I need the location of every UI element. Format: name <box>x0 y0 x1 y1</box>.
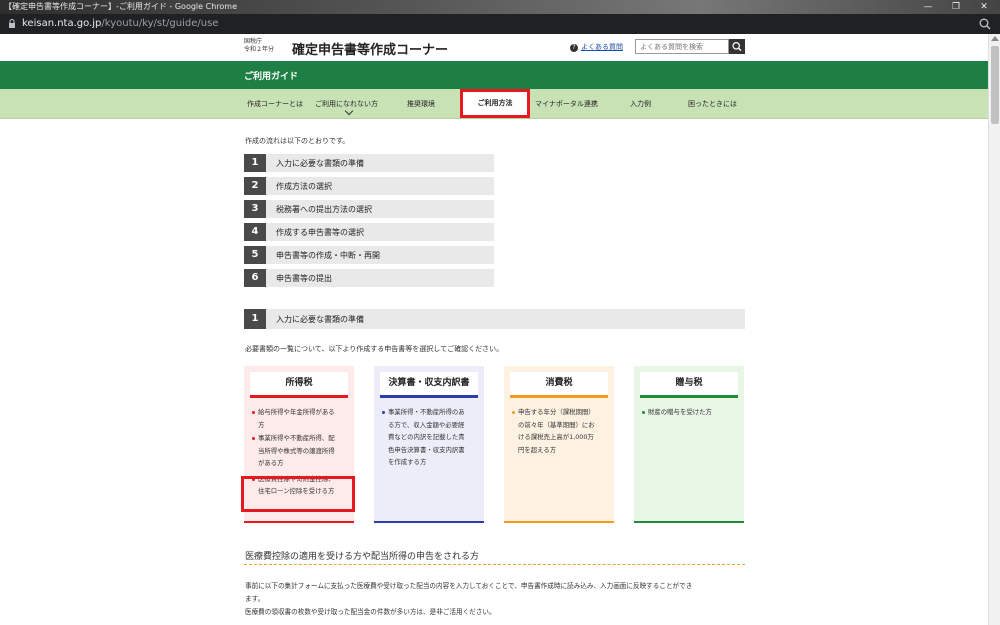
card-financial-statements[interactable]: 決算書・収支内訳書 事業所得・不動産所得のあ る方で、収入金額や必要経 費などの内訳… <box>374 366 484 523</box>
list-item: 事業所得・不動産所得のあ る方で、収入金額や必要経 費などの内訳を記載した青 色申告決… <box>382 406 480 469</box>
nav-item-mynaportal[interactable]: マイナポータル連携 <box>535 99 598 109</box>
step-5[interactable]: 5 申告書等の作成・中断・再開 <box>244 246 494 264</box>
search-icon <box>732 42 742 52</box>
card-list: 事業所得・不動産所得のあ る方で、収入金額や必要経 費などの内訳を記載した青 色申告決… <box>382 406 480 470</box>
zoom-icon[interactable] <box>978 17 992 31</box>
step-2[interactable]: 2 作成方法の選択 <box>244 177 494 195</box>
list-item: 財産の贈与を受けた方 <box>642 406 740 419</box>
list-item: 申告する年分（課税期間） の前々年（基準期間）にお ける課税売上高が1,000万 円を… <box>512 406 610 456</box>
scroll-up-icon[interactable] <box>991 36 999 41</box>
maximize-button[interactable]: ❐ <box>942 0 970 14</box>
card-title: 所得税 <box>250 372 348 398</box>
subsection-title: 医療費控除の適用を受ける方や配当所得の申告をされる方 <box>245 552 480 562</box>
agency-label: 国税庁 令和２年分 <box>244 38 275 53</box>
card-title: 贈与税 <box>640 372 738 398</box>
window-title: 【確定申告書等作成コーナー】-ご利用ガイド - Google Chrome <box>4 2 237 11</box>
section-heading: 1 入力に必要な書類の準備 <box>244 309 745 329</box>
paragraph-line-3: 医療費の領収書の枚数や受け取った配当金の件数が多い方は、是非ご活用ください。 <box>245 608 496 616</box>
page-scrollbar[interactable] <box>988 34 1000 625</box>
question-icon: ? <box>570 44 578 52</box>
step-3[interactable]: 3 税務署への提出方法の選択 <box>244 200 494 218</box>
step-1[interactable]: 1 入力に必要な書類の準備 <box>244 154 494 172</box>
site-title[interactable]: 確定申告書等作成コーナー <box>292 39 448 58</box>
nav-item-usage[interactable]: ご利用方法 <box>460 89 530 118</box>
card-title: 消費税 <box>510 372 608 398</box>
card-gift-tax[interactable]: 贈与税 財産の贈与を受けた方 <box>634 366 744 523</box>
nav-item-examples[interactable]: 入力例 <box>630 99 651 109</box>
list-item: 事業所得や不動産所得、配 当所得や株式等の譲渡所得 がある方 <box>252 432 350 470</box>
paragraph-line-2: ます。 <box>245 595 265 603</box>
close-button[interactable]: ✕ <box>970 0 998 14</box>
lock-icon <box>9 19 15 28</box>
card-list: 財産の贈与を受けた方 <box>642 406 740 420</box>
card-consumption-tax[interactable]: 消費税 申告する年分（課税期間） の前々年（基準期間）にお ける課税売上高が1,00… <box>504 366 614 523</box>
subsection-divider <box>244 564 745 565</box>
guide-bar: ご利用ガイド <box>0 61 988 89</box>
scrollbar-thumb[interactable] <box>991 46 999 124</box>
faq-search-input[interactable] <box>635 39 729 54</box>
window-titlebar: 【確定申告書等作成コーナー】-ご利用ガイド - Google Chrome — … <box>0 0 1000 14</box>
url-text[interactable]: keisan.nta.go.jp/kyoutu/ky/st/guide/use <box>22 18 218 29</box>
minimize-button[interactable]: — <box>914 0 942 14</box>
paragraph-line-1: 事前に以下の集計フォームに支払った医療費や受け取った配当の内容を入力しておくこと… <box>245 582 693 590</box>
address-bar[interactable]: keisan.nta.go.jp/kyoutu/ky/st/guide/use <box>0 14 1000 34</box>
guide-bar-title: ご利用ガイド <box>244 72 299 82</box>
highlight-medical-deduction <box>241 476 355 512</box>
flow-intro: 作成の流れは以下のとおりです。 <box>245 137 350 145</box>
card-title: 決算書・収支内訳書 <box>380 372 478 398</box>
section-description: 必要書類の一覧について、以下より作成する申告書等を選択してご確認ください。 <box>245 345 504 353</box>
faq-link[interactable]: ? よくある質問 <box>570 42 623 52</box>
faq-search-button[interactable] <box>729 39 745 54</box>
card-list: 申告する年分（課税期間） の前々年（基準期間）にお ける課税売上高が1,000万 円を… <box>512 406 610 457</box>
step-6[interactable]: 6 申告書等の提出 <box>244 269 494 287</box>
nav-item-about[interactable]: 作成コーナーとは <box>247 99 303 109</box>
list-item: 給与所得や年金所得がある方 <box>252 406 350 431</box>
nav-item-help[interactable]: 困ったときには <box>688 99 737 109</box>
site-header <box>0 34 988 61</box>
step-4[interactable]: 4 作成する申告書等の選択 <box>244 223 494 241</box>
nav-item-environment[interactable]: 推奨環境 <box>407 99 435 109</box>
